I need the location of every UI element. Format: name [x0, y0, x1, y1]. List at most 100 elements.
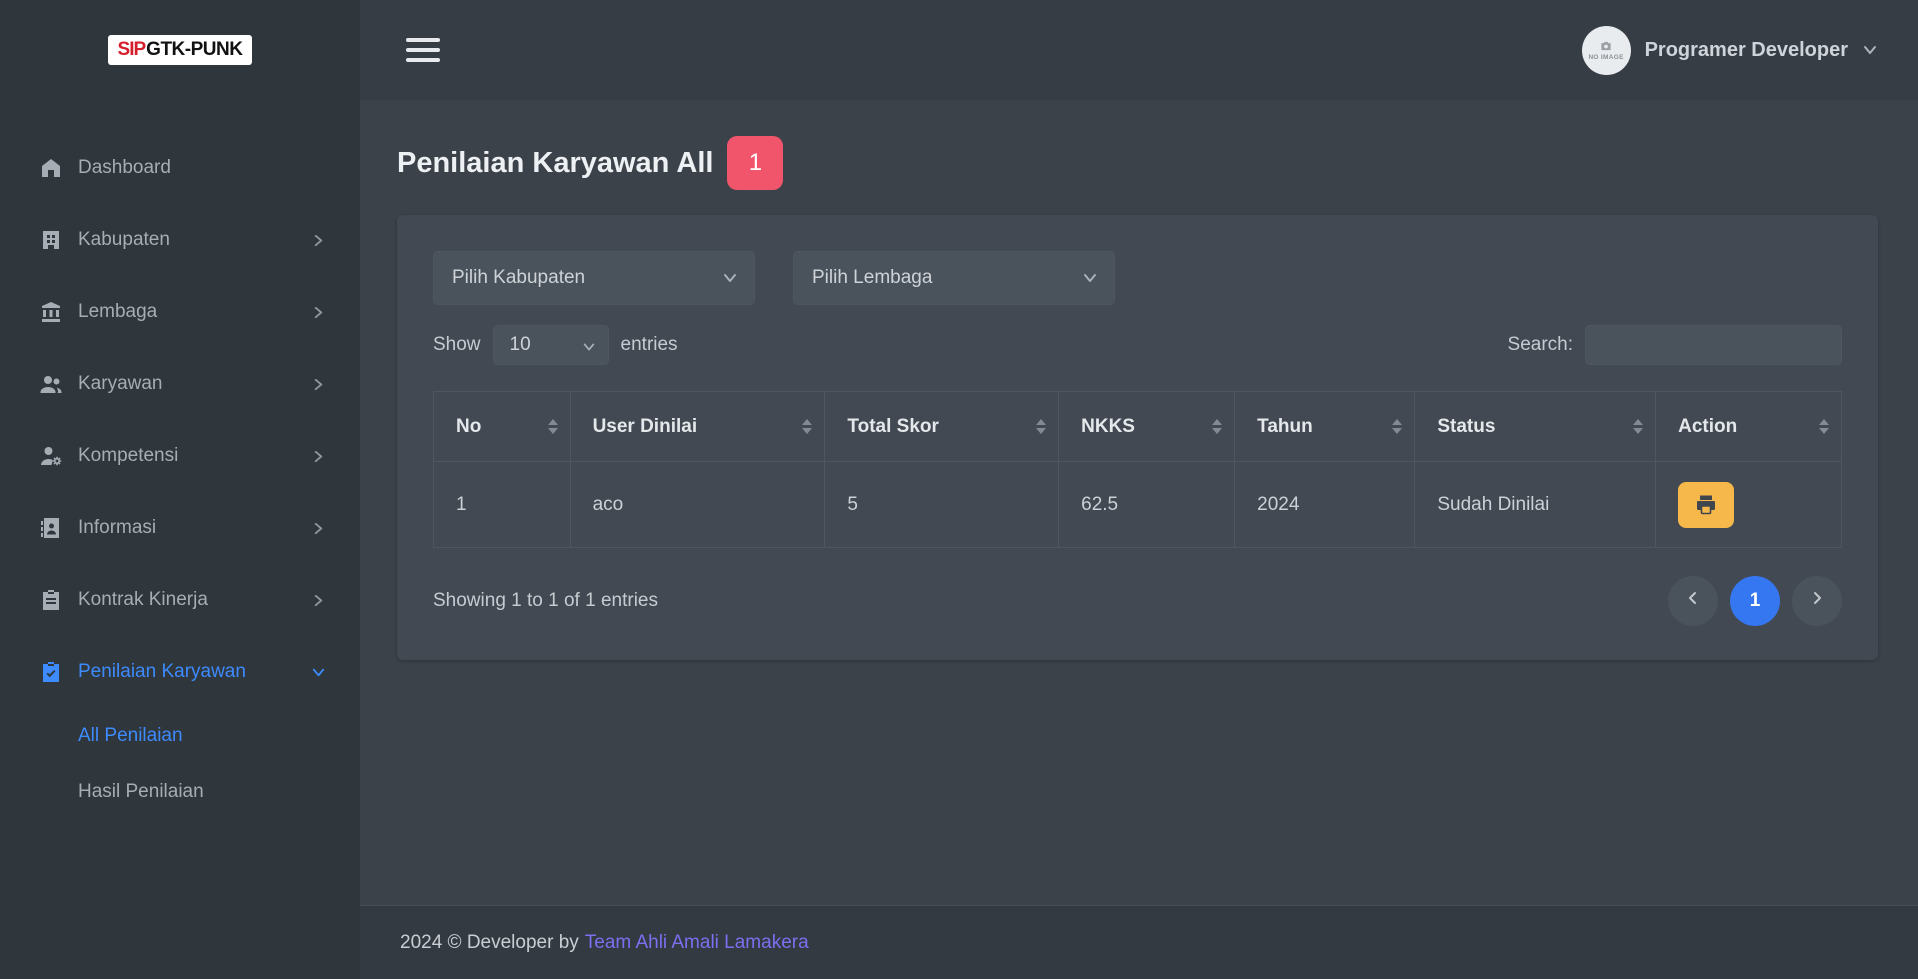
sidebar-item-label: Karyawan — [78, 373, 163, 395]
footer-team-link[interactable]: Team Ahli Amali Lamakera — [585, 932, 809, 954]
filter-row: Pilih Kabupaten Pilih Lembaga — [433, 251, 1842, 305]
sidebar-item-penilaian-karyawan[interactable]: Penilaian Karyawan — [0, 636, 360, 708]
pagination: 1 — [1668, 576, 1842, 626]
sort-icon[interactable] — [1212, 419, 1222, 434]
submenu-item-hasil-penilaian[interactable]: Hasil Penilaian — [0, 764, 360, 820]
column-label: User Dinilai — [593, 416, 698, 438]
column-header-tahun[interactable]: Tahun — [1235, 392, 1415, 462]
brand-logo[interactable]: SIP GTK-PUNK — [108, 35, 253, 65]
column-header-no[interactable]: No — [434, 392, 571, 462]
sidebar: SIP GTK-PUNK Dashboard Kabupaten Lembaga — [0, 0, 360, 979]
sidebar-item-informasi[interactable]: Informasi — [0, 492, 360, 564]
home-icon — [38, 155, 64, 181]
pagination-prev-button[interactable] — [1668, 576, 1718, 626]
lembaga-select[interactable]: Pilih Lembaga — [793, 251, 1115, 305]
column-label: No — [456, 416, 481, 438]
entries-label: entries — [621, 334, 678, 356]
chevron-right-icon — [311, 521, 326, 536]
footer-copyright: 2024 © Developer by — [400, 932, 579, 954]
brand-logo-sip: SIP — [118, 39, 146, 61]
avatar: NO IMAGE — [1582, 26, 1631, 75]
sort-icon[interactable] — [548, 419, 558, 434]
user-menu[interactable]: NO IMAGE Programer Developer — [1582, 26, 1878, 75]
city-icon — [38, 227, 64, 253]
chevron-left-icon — [1685, 590, 1701, 612]
show-label: Show — [433, 334, 481, 356]
clipboard-icon — [38, 587, 64, 613]
topbar: NO IMAGE Programer Developer — [360, 0, 1918, 100]
camera-icon — [1599, 39, 1613, 53]
chevron-right-icon — [311, 233, 326, 248]
cell-no: 1 — [434, 462, 571, 548]
count-badge: 1 — [727, 136, 783, 190]
sidebar-item-label: Dashboard — [78, 157, 171, 179]
pagination-next-button[interactable] — [1792, 576, 1842, 626]
chevron-down-icon — [722, 270, 738, 286]
search-input[interactable] — [1585, 325, 1842, 365]
page-size-value: 10 — [510, 334, 531, 356]
page-content: Penilaian Karyawan All 1 Pilih Kabupaten… — [360, 100, 1918, 905]
sort-icon[interactable] — [1819, 419, 1829, 434]
print-icon — [1694, 493, 1718, 517]
sidebar-item-label: Kontrak Kinerja — [78, 589, 208, 611]
column-header-total-skor[interactable]: Total Skor — [825, 392, 1059, 462]
cell-user-dinilai: aco — [570, 462, 825, 548]
sidebar-item-label: Lembaga — [78, 301, 157, 323]
brand-logo-name: GTK-PUNK — [146, 39, 242, 61]
cell-status: Sudah Dinilai — [1415, 462, 1656, 548]
column-header-status[interactable]: Status — [1415, 392, 1656, 462]
sidebar-item-karyawan[interactable]: Karyawan — [0, 348, 360, 420]
landmark-icon — [38, 299, 64, 325]
sidebar-item-lembaga[interactable]: Lembaga — [0, 276, 360, 348]
search-control: Search: — [1508, 325, 1842, 365]
column-label: Status — [1437, 416, 1495, 438]
users-icon — [38, 371, 64, 397]
chevron-right-icon — [311, 377, 326, 392]
chevron-right-icon — [1809, 590, 1825, 612]
sidebar-item-kontrak-kinerja[interactable]: Kontrak Kinerja — [0, 564, 360, 636]
sidebar-item-dashboard[interactable]: Dashboard — [0, 132, 360, 204]
cell-tahun: 2024 — [1235, 462, 1415, 548]
page-title: Penilaian Karyawan All — [397, 147, 713, 180]
page-footer: 2024 © Developer by Team Ahli Amali Lama… — [360, 905, 1918, 979]
show-entries-control: Show 10 entries — [433, 325, 678, 365]
avatar-placeholder-text: NO IMAGE — [1588, 54, 1623, 61]
sort-icon[interactable] — [802, 419, 812, 434]
sidebar-item-kompetensi[interactable]: Kompetensi — [0, 420, 360, 492]
page-size-select[interactable]: 10 — [493, 325, 609, 365]
address-book-icon — [38, 515, 64, 541]
column-header-user-dinilai[interactable]: User Dinilai — [570, 392, 825, 462]
sidebar-item-label: Kompetensi — [78, 445, 178, 467]
sort-icon[interactable] — [1633, 419, 1643, 434]
sort-icon[interactable] — [1036, 419, 1046, 434]
menu-toggle-button[interactable] — [400, 32, 446, 68]
column-header-action[interactable]: Action — [1656, 392, 1842, 462]
column-label: Tahun — [1257, 416, 1313, 438]
table-controls: Show 10 entries Search: — [433, 325, 1842, 365]
sidebar-item-label: Penilaian Karyawan — [78, 661, 246, 683]
print-button[interactable] — [1678, 482, 1734, 528]
submenu-item-label: All Penilaian — [78, 725, 183, 747]
user-name: Programer Developer — [1645, 39, 1848, 62]
column-label: NKKS — [1081, 416, 1135, 438]
data-card: Pilih Kabupaten Pilih Lembaga Show 1 — [397, 215, 1878, 660]
table-header-row: No User Dinilai Total Skor NKKS — [434, 392, 1842, 462]
kabupaten-select[interactable]: Pilih Kabupaten — [433, 251, 755, 305]
showing-info: Showing 1 to 1 of 1 entries — [433, 590, 658, 612]
chevron-down-icon — [1862, 42, 1878, 58]
pagination-page-1-button[interactable]: 1 — [1730, 576, 1780, 626]
chevron-right-icon — [311, 305, 326, 320]
submenu-item-label: Hasil Penilaian — [78, 781, 204, 803]
kabupaten-select-value: Pilih Kabupaten — [452, 267, 585, 289]
column-header-nkks[interactable]: NKKS — [1059, 392, 1235, 462]
sidebar-item-label: Kabupaten — [78, 229, 170, 251]
sidebar-item-label: Informasi — [78, 517, 156, 539]
table-footer: Showing 1 to 1 of 1 entries 1 — [433, 576, 1842, 626]
table-row: 1 aco 5 62.5 2024 Sudah Dinilai — [434, 462, 1842, 548]
chevron-right-icon — [311, 449, 326, 464]
sidebar-item-kabupaten[interactable]: Kabupaten — [0, 204, 360, 276]
submenu-item-all-penilaian[interactable]: All Penilaian — [0, 708, 360, 764]
cell-nkks: 62.5 — [1059, 462, 1235, 548]
sort-icon[interactable] — [1392, 419, 1402, 434]
chevron-right-icon — [311, 593, 326, 608]
